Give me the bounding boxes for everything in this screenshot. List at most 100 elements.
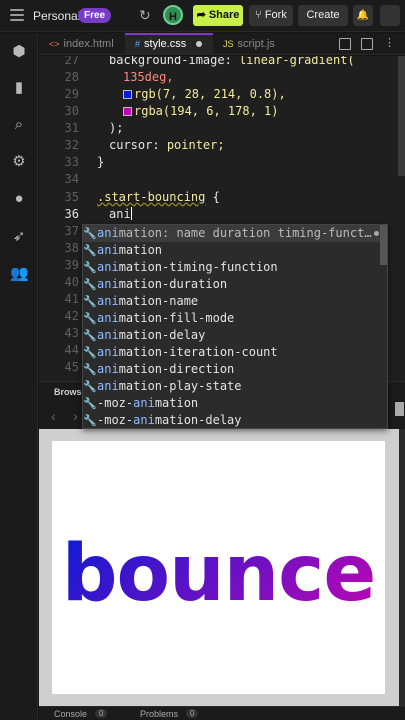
info-dot-icon[interactable] bbox=[374, 231, 379, 236]
autocomplete-item[interactable]: 🔧animation-delay bbox=[83, 327, 381, 344]
css-property: cursor: bbox=[109, 138, 160, 152]
preview-icon[interactable] bbox=[361, 38, 373, 50]
line-number: 42 bbox=[64, 309, 79, 323]
line-number: 45 bbox=[64, 360, 79, 374]
wrench-icon: 🔧 bbox=[83, 380, 97, 393]
code-line-current: ani bbox=[109, 207, 132, 221]
autocomplete-item[interactable]: 🔧-moz-animation bbox=[83, 395, 381, 412]
line-number: 43 bbox=[64, 326, 79, 340]
line-number: 29 bbox=[64, 87, 79, 101]
css-value: pointer; bbox=[166, 138, 225, 152]
wrench-icon: 🔧 bbox=[83, 261, 97, 274]
file-icon[interactable]: ▮ bbox=[10, 79, 28, 97]
code-line: } bbox=[97, 155, 105, 169]
autocomplete-item[interactable]: 🔧animation-name bbox=[83, 293, 381, 310]
text-cursor bbox=[130, 207, 132, 220]
console-tab[interactable]: Console bbox=[54, 709, 87, 719]
problems-tab[interactable]: Problems bbox=[140, 709, 178, 719]
browser-preview: bounce bbox=[39, 429, 399, 706]
menu-icon[interactable] bbox=[10, 9, 24, 23]
wrench-icon: 🔧 bbox=[83, 312, 97, 325]
share-label: Share bbox=[208, 9, 240, 21]
share-button[interactable]: ➦ Share bbox=[193, 5, 243, 26]
line-number: 31 bbox=[64, 121, 79, 135]
autocomplete-item[interactable]: 🔧animation-timing-function bbox=[83, 259, 381, 276]
autocomplete-dropdown: 🔧animation: name duration timing-funct… … bbox=[82, 224, 388, 429]
line-number: 38 bbox=[64, 241, 79, 255]
fork-label: Fork bbox=[264, 9, 287, 21]
code-line: cursor: pointer; bbox=[109, 138, 225, 152]
code-line: .start-bouncing { bbox=[97, 190, 220, 204]
user-menu-icon[interactable] bbox=[380, 5, 400, 26]
project-avatar[interactable]: H bbox=[163, 5, 183, 25]
line-number: 40 bbox=[64, 275, 79, 289]
code-line: rgb(7, 28, 214, 0.8), bbox=[123, 87, 286, 101]
refresh-icon[interactable]: ↻ bbox=[139, 7, 151, 24]
tab-label: script.js bbox=[237, 38, 275, 50]
preview-scrollbar[interactable] bbox=[399, 429, 405, 706]
wrench-icon: 🔧 bbox=[83, 414, 97, 427]
back-icon[interactable]: ‹ bbox=[51, 408, 56, 424]
wrench-icon: 🔧 bbox=[83, 346, 97, 359]
open-brace: { bbox=[212, 190, 220, 204]
wrench-icon: 🔧 bbox=[83, 227, 97, 240]
code-line: ); bbox=[109, 121, 124, 135]
preview-frame: bounce bbox=[52, 441, 385, 694]
code-line: rgba(194, 6, 178, 1) bbox=[123, 104, 279, 118]
color-swatch-icon[interactable] bbox=[123, 90, 132, 99]
code-line: 135deg, bbox=[123, 70, 174, 84]
line-number: 37 bbox=[64, 224, 79, 238]
console-count: 0 bbox=[95, 709, 108, 718]
tab-style-css[interactable]: # style.css bbox=[125, 33, 213, 55]
open-external-icon[interactable] bbox=[395, 402, 404, 416]
autocomplete-item[interactable]: 🔧animation bbox=[83, 242, 381, 259]
cube-icon[interactable]: ⬢ bbox=[10, 43, 28, 61]
github-icon[interactable]: ● bbox=[10, 190, 28, 208]
autocomplete-scrollbar[interactable] bbox=[380, 225, 387, 265]
fork-button[interactable]: ⑂ Fork bbox=[249, 5, 293, 26]
gear-icon[interactable]: ⚙ bbox=[10, 153, 28, 171]
autocomplete-item[interactable]: 🔧animation-duration bbox=[83, 276, 381, 293]
color-swatch-icon[interactable] bbox=[123, 107, 132, 116]
file-tabs: <> index.html # style.css JS script.js ⋮ bbox=[39, 33, 405, 55]
line-number: 27 bbox=[64, 56, 79, 67]
create-button[interactable]: Create bbox=[298, 5, 348, 26]
bell-icon[interactable]: 🔔 bbox=[353, 5, 373, 26]
css-value: rgb(7, 28, 214, 0.8), bbox=[134, 87, 286, 101]
forward-icon[interactable]: › bbox=[73, 408, 78, 424]
css-icon: # bbox=[135, 39, 141, 49]
tab-index-html[interactable]: <> index.html bbox=[39, 33, 125, 55]
typed-text: ani bbox=[109, 207, 131, 221]
html-icon: <> bbox=[49, 39, 60, 49]
wrench-icon: 🔧 bbox=[83, 278, 97, 291]
css-selector: .start-bouncing bbox=[97, 190, 206, 204]
autocomplete-item[interactable]: 🔧animation-direction bbox=[83, 361, 381, 378]
autocomplete-item[interactable]: 🔧animation-play-state bbox=[83, 378, 381, 395]
workspace-name[interactable]: Personal bbox=[33, 9, 80, 23]
sidebar: ⬢ ▮ ⌕ ⚙ ● ➶ 👥 bbox=[0, 33, 38, 720]
bounce-text[interactable]: bounce bbox=[52, 529, 385, 619]
more-icon[interactable]: ⋮ bbox=[384, 38, 396, 50]
line-number: 34 bbox=[64, 172, 79, 186]
line-number: 30 bbox=[64, 104, 79, 118]
wrench-icon: 🔧 bbox=[83, 244, 97, 257]
tab-label: style.css bbox=[144, 38, 187, 50]
users-icon[interactable]: 👥 bbox=[10, 265, 29, 283]
autocomplete-item[interactable]: 🔧-moz-animation-delay bbox=[83, 412, 381, 429]
problems-count: 0 bbox=[186, 709, 199, 718]
line-number: 39 bbox=[64, 258, 79, 272]
css-property: background-image: bbox=[109, 56, 232, 67]
autocomplete-item[interactable]: 🔧animation-fill-mode bbox=[83, 310, 381, 327]
js-icon: JS bbox=[223, 39, 234, 49]
autocomplete-item[interactable]: 🔧animation-iteration-count bbox=[83, 344, 381, 361]
editor-scrollbar[interactable] bbox=[398, 56, 405, 176]
rocket-icon[interactable]: ➶ bbox=[10, 228, 28, 246]
unsaved-dot-icon bbox=[196, 41, 203, 48]
tab-script-js[interactable]: JS script.js bbox=[213, 33, 293, 55]
wrench-icon: 🔧 bbox=[83, 363, 97, 376]
split-view-icon[interactable] bbox=[339, 38, 351, 50]
share-icon: ➦ bbox=[196, 9, 209, 21]
line-number: 28 bbox=[64, 70, 79, 84]
search-icon[interactable]: ⌕ bbox=[10, 116, 28, 134]
autocomplete-item[interactable]: 🔧animation: name duration timing-funct… bbox=[83, 225, 381, 242]
